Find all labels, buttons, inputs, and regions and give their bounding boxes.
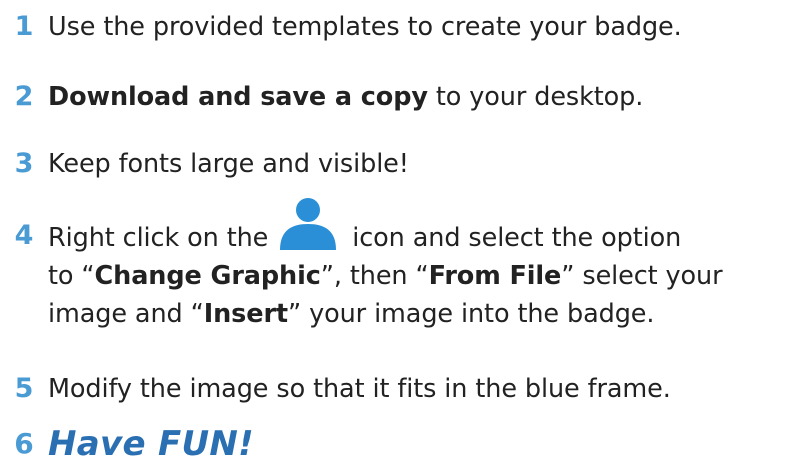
step-text-post-icon: icon and select the option [352, 223, 682, 253]
step-number: 4 [14, 220, 34, 251]
step-text-part: to “ [48, 261, 95, 291]
step-text: Download and save a copy to your desktop… [48, 77, 643, 117]
step-6: 6 Have FUN! [0, 425, 802, 463]
step-number: 5 [14, 373, 34, 404]
step-text-rest: to your desktop. [427, 82, 644, 112]
step-text: Modify the image so that it fits in the … [48, 374, 671, 404]
step-text: Right click on the icon and select the op… [48, 198, 723, 333]
step-text-bold: From File [428, 261, 562, 291]
step-text: Use the provided templates to create you… [48, 12, 682, 42]
step-text-pre-icon: Right click on the [48, 223, 269, 253]
step-5: 5 Modify the image so that it fits in th… [0, 369, 802, 409]
step-1: 1 Use the provided templates to create y… [0, 7, 802, 47]
step-number: 6 [14, 427, 34, 460]
step-text-part: ”, then “ [320, 261, 429, 291]
step-text-bold: Insert [203, 299, 289, 329]
step-text-bold: Download and save a copy [48, 82, 428, 112]
step-3: 3 Keep fonts large and visible! [0, 144, 802, 184]
have-fun-text: Have FUN! [48, 424, 254, 464]
step-text: Keep fonts large and visible! [48, 149, 409, 179]
step-text-bold: Change Graphic [94, 261, 321, 291]
instruction-steps: 1 Use the provided templates to create y… [0, 0, 802, 464]
step-text-part: image and “ [48, 299, 204, 329]
step-number: 3 [14, 148, 34, 179]
step-number: 1 [14, 11, 34, 42]
person-icon [278, 198, 338, 250]
step-2: 2 Download and save a copy to your deskt… [0, 77, 802, 117]
step-text-part: ” your image into the badge. [288, 299, 655, 329]
step-number: 2 [14, 81, 34, 112]
step-text-part: ” select your [561, 261, 723, 291]
step-4: 4 Right click on the icon and select the … [0, 198, 802, 333]
